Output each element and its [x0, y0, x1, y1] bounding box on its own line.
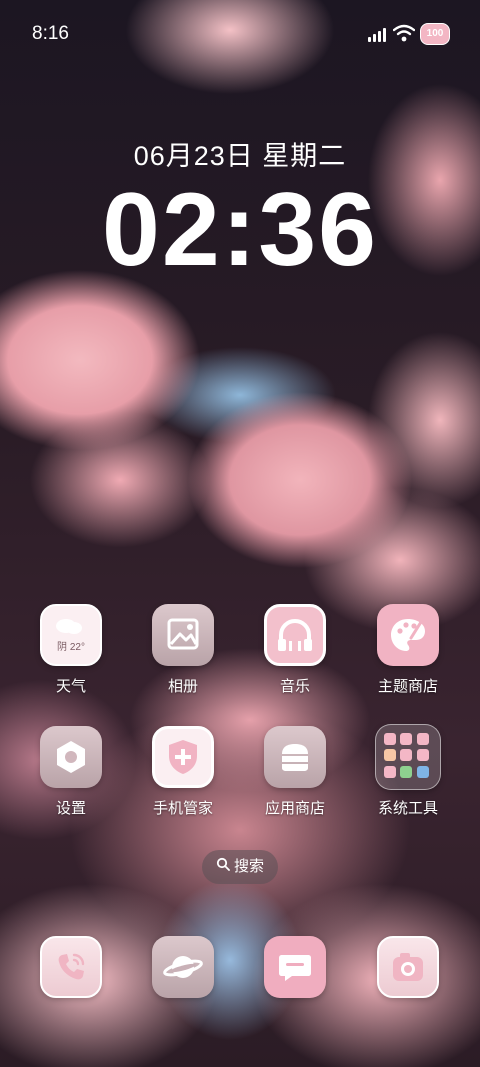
headphones-icon — [264, 604, 326, 666]
app-gallery[interactable]: 相册 — [138, 604, 228, 696]
store-icon — [264, 726, 326, 788]
browser-planet-icon — [152, 936, 214, 998]
app-label: 设置 — [55, 800, 86, 817]
wifi-icon — [393, 24, 415, 42]
app-app-store[interactable]: 应用商店 — [250, 726, 340, 818]
status-bar: 8:16 100 — [0, 0, 480, 66]
palette-icon — [377, 604, 439, 666]
app-label: 手机管家 — [152, 800, 213, 817]
app-label: 系统工具 — [377, 800, 438, 817]
search-icon — [216, 850, 230, 884]
search-label: 搜索 — [233, 858, 264, 875]
weather-text: 阴 22° — [57, 642, 85, 653]
app-weather[interactable]: 阴 22° 天气 — [26, 604, 116, 696]
app-music[interactable]: 音乐 — [250, 604, 340, 696]
message-icon — [264, 936, 326, 998]
shield-icon — [152, 726, 214, 788]
dock-browser[interactable] — [152, 936, 214, 998]
date-text: 06月23日 星期二 — [133, 141, 347, 171]
folder-icon — [375, 724, 441, 790]
weather-icon: 阴 22° — [40, 604, 102, 666]
battery-icon: 100 — [420, 23, 450, 45]
gear-icon — [40, 726, 102, 788]
app-phone-manager[interactable]: 手机管家 — [138, 726, 228, 818]
signal-icon — [368, 26, 390, 42]
dock-phone[interactable] — [40, 936, 102, 998]
app-label: 天气 — [55, 678, 86, 695]
app-theme-store[interactable]: 主题商店 — [363, 604, 453, 696]
status-time: 8:16 — [32, 23, 69, 44]
app-label: 音乐 — [279, 678, 310, 695]
search-button[interactable]: 搜索 — [202, 850, 278, 884]
phone-icon — [40, 936, 102, 998]
app-label: 相册 — [167, 678, 198, 695]
app-label: 主题商店 — [377, 678, 438, 695]
dock-messages[interactable] — [264, 936, 326, 998]
camera-icon — [377, 936, 439, 998]
app-settings[interactable]: 设置 — [26, 726, 116, 818]
clock-widget[interactable]: 02:36 — [0, 175, 480, 285]
app-label: 应用商店 — [264, 800, 325, 817]
dock-camera[interactable] — [377, 936, 439, 998]
gallery-icon — [152, 604, 214, 666]
folder-system-tools[interactable]: 系统工具 — [363, 724, 453, 818]
home-screen: 8:16 100 06月23日 星期二 02:36 阴 22° 天气 相册 音乐… — [0, 0, 480, 1067]
folder-app-grid — [384, 733, 430, 779]
